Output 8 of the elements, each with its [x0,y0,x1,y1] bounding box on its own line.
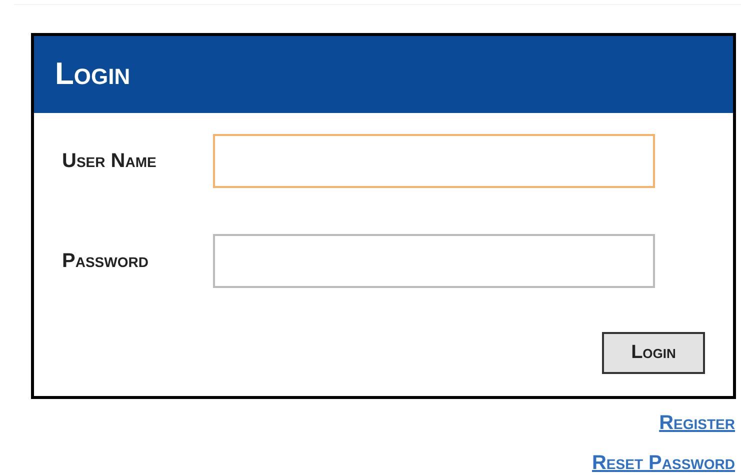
panel-title: Login [55,55,130,94]
field-label: User Name [61,149,158,174]
text-link[interactable]: Register [659,408,735,438]
text-link[interactable]: Reset Password [592,448,735,475]
input-field[interactable] [213,234,655,288]
field-label: Password [61,249,150,274]
login-button[interactable]: Login [602,332,705,374]
input-field[interactable] [213,134,655,188]
